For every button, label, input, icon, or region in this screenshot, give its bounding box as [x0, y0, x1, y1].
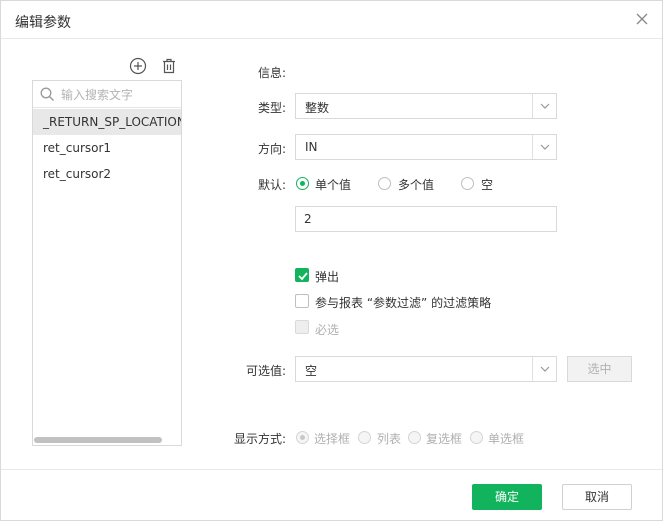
close-icon[interactable]: [634, 11, 650, 27]
type-select[interactable]: 整数: [295, 93, 557, 119]
check-icon: [298, 272, 308, 281]
scrollbar-thumb[interactable]: [34, 437, 162, 443]
edit-parameter-dialog: 编辑参数 _RETURN_SP_LOCATION ret_cursor1 ret…: [0, 0, 663, 521]
search-box: [33, 81, 181, 108]
display-checkbox-radio: [408, 431, 421, 444]
display-checkbox-label: 复选框: [426, 432, 463, 446]
list-item[interactable]: ret_cursor2: [33, 161, 181, 187]
ok-button[interactable]: 确定: [472, 484, 542, 510]
horizontal-scrollbar[interactable]: [34, 437, 180, 443]
info-label: 信息:: [257, 66, 286, 80]
type-select-value: 整数: [305, 101, 330, 115]
dialog-footer: 确定 取消: [1, 469, 662, 521]
default-multi-radio[interactable]: [378, 177, 391, 190]
popup-checkbox[interactable]: [295, 268, 309, 282]
type-label: 类型:: [257, 101, 286, 115]
add-icon[interactable]: [129, 57, 147, 75]
default-single-label: 单个值: [315, 178, 352, 192]
display-list-label: 列表: [377, 432, 402, 446]
cancel-button[interactable]: 取消: [562, 484, 632, 510]
display-mode-label: 显示方式:: [233, 432, 286, 446]
direction-select[interactable]: IN: [295, 134, 557, 160]
default-multi-label: 多个值: [398, 178, 435, 192]
direction-label: 方向:: [257, 142, 286, 156]
list-item[interactable]: ret_cursor1: [33, 135, 181, 161]
dialog-titlebar: 编辑参数: [1, 1, 662, 39]
default-empty-label: 空: [481, 178, 494, 192]
dialog-title: 编辑参数: [15, 15, 71, 31]
search-input[interactable]: [61, 85, 177, 104]
chevron-down-icon[interactable]: [532, 135, 556, 159]
chevron-down-icon[interactable]: [532, 94, 556, 118]
trash-icon[interactable]: [160, 57, 178, 75]
popup-label: 弹出: [315, 270, 340, 284]
filter-policy-label: 参与报表 “参数过滤” 的过滤策略: [315, 296, 492, 310]
default-value-input[interactable]: [295, 206, 557, 232]
default-label: 默认:: [257, 178, 286, 192]
default-empty-radio[interactable]: [461, 177, 474, 190]
chevron-down-icon[interactable]: [532, 357, 556, 381]
options-select-value: 空: [305, 364, 318, 378]
list-item[interactable]: _RETURN_SP_LOCATION: [33, 109, 181, 135]
display-dropdown-radio: [296, 431, 309, 444]
options-select[interactable]: 空: [295, 356, 557, 382]
default-single-radio[interactable]: [296, 177, 309, 190]
display-radio-radio: [470, 431, 483, 444]
display-radio-label: 单选框: [488, 432, 525, 446]
parameter-list: _RETURN_SP_LOCATION ret_cursor1 ret_curs…: [32, 80, 182, 446]
direction-select-value: IN: [305, 140, 318, 154]
search-icon: [40, 87, 55, 102]
required-checkbox: [295, 320, 309, 334]
display-list-radio: [358, 431, 371, 444]
filter-policy-checkbox[interactable]: [295, 294, 309, 308]
required-label: 必选: [315, 323, 340, 337]
display-dropdown-label: 选择框: [314, 432, 351, 446]
options-label: 可选值:: [245, 364, 286, 378]
select-button: 选中: [567, 356, 632, 382]
